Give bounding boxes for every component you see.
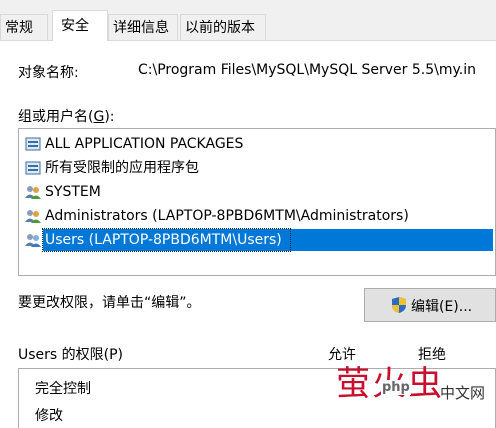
uac-shield-icon	[392, 297, 406, 313]
list-item-label: Administrators (LAPTOP-8PBD6MTM\Administ…	[45, 208, 409, 224]
change-permissions-hint: 要更改权限，请单击“编辑”。	[18, 295, 201, 311]
list-item[interactable]: ALL APPLICATION PACKAGES	[19, 133, 495, 155]
tab-general[interactable]: 常规	[0, 14, 48, 40]
groups-label-accesskey: G	[93, 109, 105, 125]
edit-button-label: 编辑(E)...	[411, 299, 473, 315]
list-item-label: 所有受限制的应用程序包	[45, 160, 199, 176]
watermark-php: php	[381, 380, 411, 395]
edit-button[interactable]: 编辑(E)...	[364, 288, 496, 322]
tab-security[interactable]: 安全	[52, 10, 108, 41]
tab-strip: 常规 详细信息 以前的版本 安全	[0, 0, 496, 41]
tab-previous-versions[interactable]: 以前的版本	[180, 14, 266, 40]
watermark-lang: 中文网	[440, 384, 486, 402]
tab-general-label: 常规	[5, 20, 33, 36]
object-name-value: C:\Program Files\MySQL\MySQL Server 5.5\…	[138, 62, 476, 78]
tab-details[interactable]: 详细信息	[108, 14, 178, 40]
permission-row-label: 修改	[35, 408, 63, 424]
list-item[interactable]: Administrators (LAPTOP-8PBD6MTM\Administ…	[19, 205, 495, 227]
list-item-label: ALL APPLICATION PACKAGES	[45, 136, 244, 152]
groups-label-suffix: ):	[104, 109, 115, 125]
groups-label: 组或用户名(G):	[18, 106, 115, 126]
tab-previous-versions-label: 以前的版本	[185, 20, 255, 36]
groups-label-prefix: 组或用户名(	[18, 109, 94, 125]
list-item-selected[interactable]: Users (LAPTOP-8PBD6MTM\Users)	[19, 228, 495, 252]
list-item-label: Users (LAPTOP-8PBD6MTM\Users)	[42, 228, 291, 252]
app-package-icon	[25, 137, 41, 151]
tab-security-label: 安全	[61, 18, 89, 34]
list-item[interactable]: 所有受限制的应用程序包	[19, 157, 495, 179]
permission-row-label: 完全控制	[35, 381, 91, 397]
user-group-icon	[25, 210, 41, 223]
list-item-label: SYSTEM	[45, 184, 101, 200]
permissions-title: Users 的权限(P)	[18, 347, 124, 363]
user-group-icon	[25, 186, 41, 199]
object-name-label: 对象名称:	[18, 65, 79, 81]
groups-listbox[interactable]: ALL APPLICATION PACKAGES 所有受限制的应用程序包 SYS…	[18, 128, 496, 276]
app-package-icon	[25, 161, 41, 175]
tab-details-label: 详细信息	[113, 20, 169, 36]
list-item[interactable]: SYSTEM	[19, 181, 495, 203]
user-group-icon	[25, 234, 41, 247]
